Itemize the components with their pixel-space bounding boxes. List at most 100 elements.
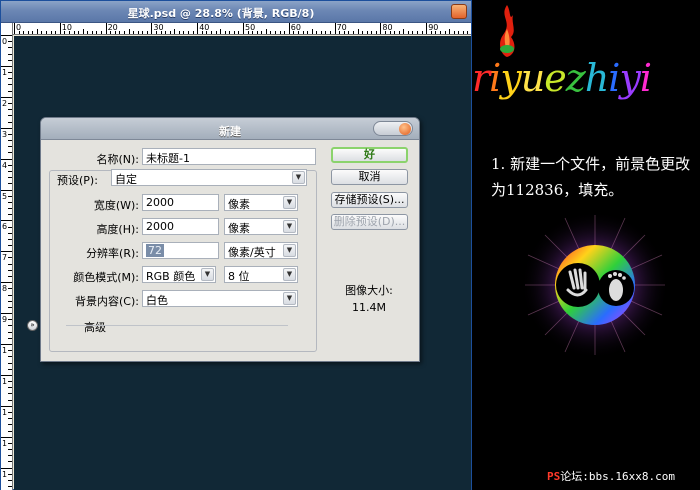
advanced-toggle-icon[interactable]: » <box>27 320 38 331</box>
ruler-tick <box>8 59 12 61</box>
ruler-tick <box>8 473 12 475</box>
image-size-label: 图像大小: <box>345 284 393 297</box>
ruler-tick <box>220 29 222 34</box>
ruler-tick <box>105 23 107 34</box>
ruler-tick <box>8 195 12 197</box>
ruler-tick <box>8 337 12 339</box>
ruler-tick <box>151 23 153 34</box>
width-unit: 像素 <box>228 198 250 211</box>
name-field[interactable]: 未标题-1 <box>142 148 316 165</box>
ruler-tick <box>174 29 176 34</box>
ruler-tick <box>421 31 423 34</box>
ruler-label: 1 <box>2 376 8 386</box>
cancel-button[interactable]: 取消 <box>331 169 408 185</box>
ruler-tick <box>8 152 12 154</box>
ruler-tick <box>119 31 121 34</box>
resolution-label: 分辨率(R): <box>86 247 139 260</box>
ruler-tick <box>1 251 12 253</box>
ruler-tick <box>169 31 171 34</box>
ruler-tick <box>265 29 267 34</box>
delete-preset-button[interactable]: 删除预设(D)... <box>331 214 408 230</box>
bit-depth-select[interactable]: 8 位 ▼ <box>224 266 298 283</box>
ruler-tick <box>8 238 12 240</box>
ruler-tick <box>284 31 286 34</box>
ruler-tick <box>8 226 12 228</box>
resolution-unit-select[interactable]: 像素/英寸 ▼ <box>224 242 298 259</box>
document-title-bar[interactable]: 星球.psd @ 28.8% (背景, RGB/8) <box>1 1 471 23</box>
ruler-tick <box>215 31 217 34</box>
ruler-tick <box>380 23 382 34</box>
ruler-tick <box>366 31 368 34</box>
ruler-tick <box>8 455 12 457</box>
ruler-tick <box>36 29 38 34</box>
ruler-tick <box>371 31 373 34</box>
ruler-tick <box>1 282 12 284</box>
close-icon[interactable] <box>451 4 467 19</box>
ruler-tick <box>348 31 350 34</box>
ruler-tick <box>330 31 332 34</box>
height-field[interactable]: 2000 <box>142 218 219 235</box>
resolution-field[interactable]: 72 <box>142 242 219 259</box>
ruler-tick <box>1 127 12 129</box>
ruler-tick <box>8 288 12 290</box>
ruler-tick <box>453 31 455 34</box>
ruler-tick <box>8 418 12 420</box>
ruler-tick <box>8 121 12 123</box>
name-label: 名称(N): <box>96 153 139 166</box>
vertical-ruler[interactable]: 0 1 2 3 4 5 6 7 8 9 1 1 1 1 1 <box>1 23 13 490</box>
ruler-tick <box>165 31 167 34</box>
ruler-tick <box>8 325 12 327</box>
planet-emblem-icon <box>521 211 669 359</box>
ruler-tick <box>8 140 12 142</box>
ruler-tick <box>1 96 12 98</box>
ruler-tick <box>23 31 25 34</box>
ruler-tick <box>197 23 199 34</box>
dialog-title-bar[interactable]: 新建 <box>41 118 419 140</box>
ok-button[interactable]: 好 <box>331 147 408 163</box>
ruler-tick <box>229 31 231 34</box>
ruler-label: 70 <box>336 23 347 32</box>
dialog-close-button[interactable] <box>373 121 413 136</box>
ruler-tick <box>398 31 400 34</box>
ruler-tick <box>8 53 12 55</box>
ruler-label: 2 <box>2 98 8 108</box>
height-unit-select[interactable]: 像素 ▼ <box>224 218 298 235</box>
color-mode-select[interactable]: RGB 颜色 ▼ <box>142 266 216 283</box>
ruler-tick <box>146 31 148 34</box>
ruler-tick <box>8 306 12 308</box>
ruler-tick <box>224 31 226 34</box>
logo-letter: u <box>520 56 546 100</box>
ruler-tick <box>233 31 235 34</box>
image-size-value: 11.4M <box>352 301 386 314</box>
width-field[interactable]: 2000 <box>142 194 219 211</box>
ruler-tick <box>8 276 12 278</box>
logo-letter: i <box>489 56 501 100</box>
ruler-tick <box>82 29 84 34</box>
preset-select[interactable]: 自定 ▼ <box>111 169 307 186</box>
ruler-label: 10 <box>61 23 72 32</box>
save-preset-button[interactable]: 存储预设(S)... <box>331 192 408 208</box>
horizontal-ruler[interactable]: 0 10 20 30 40 50 60 70 80 90 <box>13 23 471 35</box>
ruler-tick <box>375 31 377 34</box>
ruler-tick <box>8 208 12 210</box>
ruler-tick <box>8 109 12 111</box>
ruler-tick <box>8 387 12 389</box>
chevron-down-icon: ▼ <box>283 220 296 233</box>
ruler-label: 3 <box>2 129 8 139</box>
width-unit-select[interactable]: 像素 ▼ <box>224 194 298 211</box>
ruler-tick <box>8 245 12 247</box>
ruler-tick <box>178 31 180 34</box>
ruler-label: 0 <box>2 37 8 46</box>
ruler-tick <box>1 467 12 469</box>
logo-letter: h <box>584 56 610 100</box>
forum-footer: PS论坛:bbs.16xx8.com <box>547 468 697 484</box>
riyuezhiyi-logo: riyuezhiyi <box>472 56 700 100</box>
ruler-tick <box>8 72 12 74</box>
footer-ps: PS <box>547 470 561 483</box>
ruler-tick <box>8 201 12 203</box>
advanced-divider <box>66 325 288 326</box>
ruler-tick <box>412 31 414 34</box>
background-select[interactable]: 白色 ▼ <box>142 290 298 307</box>
height-unit: 像素 <box>228 222 250 235</box>
ruler-tick <box>142 31 144 34</box>
